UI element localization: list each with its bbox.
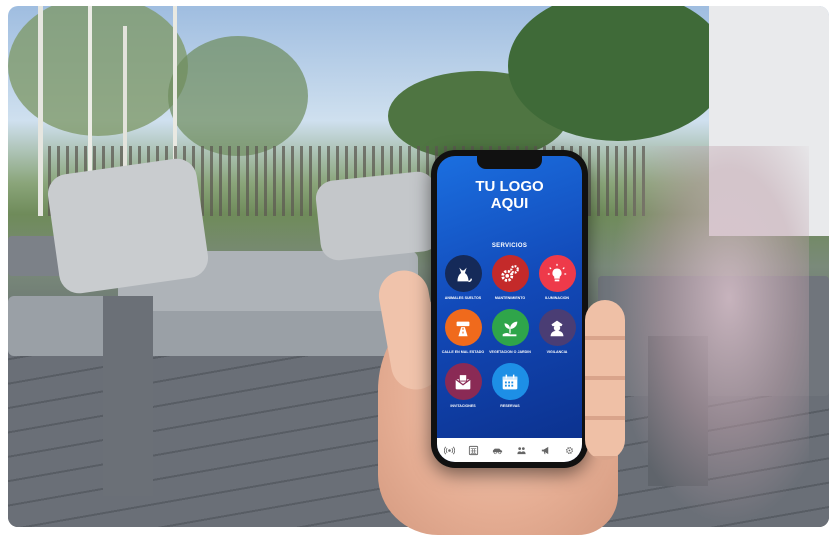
- sofa-leg: [103, 296, 153, 496]
- app-logo: TU LOGO AQUI: [437, 178, 582, 212]
- phone-notch: [477, 156, 542, 169]
- service-label: CALLE EN MAL ESTADO: [441, 350, 485, 354]
- section-title: SERVICIOS: [491, 243, 528, 249]
- service-label: ILUMINACION: [545, 296, 569, 300]
- app-screen: TU LOGO AQUI SERVICIOS ANIMALES SUELTOS …: [437, 156, 582, 462]
- logo-line-2: AQUI: [490, 195, 529, 212]
- service-label: VEGETACION O JARDIN: [489, 350, 531, 354]
- car-icon[interactable]: [490, 443, 504, 457]
- logo-line-1: TU LOGO: [475, 178, 544, 195]
- people-icon[interactable]: [515, 443, 529, 457]
- plant-icon: [491, 309, 529, 346]
- service-label: VIGILANCIA: [546, 350, 568, 354]
- radio-icon[interactable]: [442, 443, 456, 457]
- service-reservas[interactable]: RESERVAS: [486, 363, 534, 408]
- lightbulb-icon: [538, 255, 576, 292]
- road-icon: [444, 309, 482, 346]
- service-label: RESERVAS: [500, 404, 520, 408]
- ornamental-grass: [609, 146, 809, 526]
- service-calle-en-mal-estado[interactable]: CALLE EN MAL ESTADO: [439, 309, 487, 354]
- smartphone: TU LOGO AQUI SERVICIOS ANIMALES SUELTOS …: [431, 150, 588, 468]
- pillow: [314, 169, 442, 263]
- pillow: [45, 156, 211, 296]
- service-label: ANIMALES SUELTOS: [444, 296, 482, 300]
- gears-icon: [491, 255, 529, 292]
- service-label: INVITACIONES: [450, 404, 476, 408]
- calendar-icon: [491, 363, 529, 400]
- calculator-icon[interactable]: [466, 443, 480, 457]
- guard-icon: [538, 309, 576, 346]
- settings-icon[interactable]: [563, 443, 577, 457]
- service-vegetacion-o-jardin[interactable]: VEGETACION O JARDIN: [486, 309, 534, 354]
- service-iluminacion[interactable]: ILUMINACION: [533, 255, 581, 300]
- fingers: [585, 300, 625, 460]
- service-invitaciones[interactable]: INVITACIONES: [439, 363, 487, 408]
- bottom-tab-bar: [437, 438, 582, 462]
- service-vigilancia[interactable]: VIGILANCIA: [533, 309, 581, 354]
- envelope-icon: [444, 363, 482, 400]
- service-animales-sueltos[interactable]: ANIMALES SUELTOS: [439, 255, 487, 300]
- megaphone-icon[interactable]: [539, 443, 553, 457]
- service-mantenimiento[interactable]: MANTENIMIENTO: [486, 255, 534, 300]
- cat-icon: [444, 255, 482, 292]
- service-label: MANTENIMIENTO: [494, 296, 526, 300]
